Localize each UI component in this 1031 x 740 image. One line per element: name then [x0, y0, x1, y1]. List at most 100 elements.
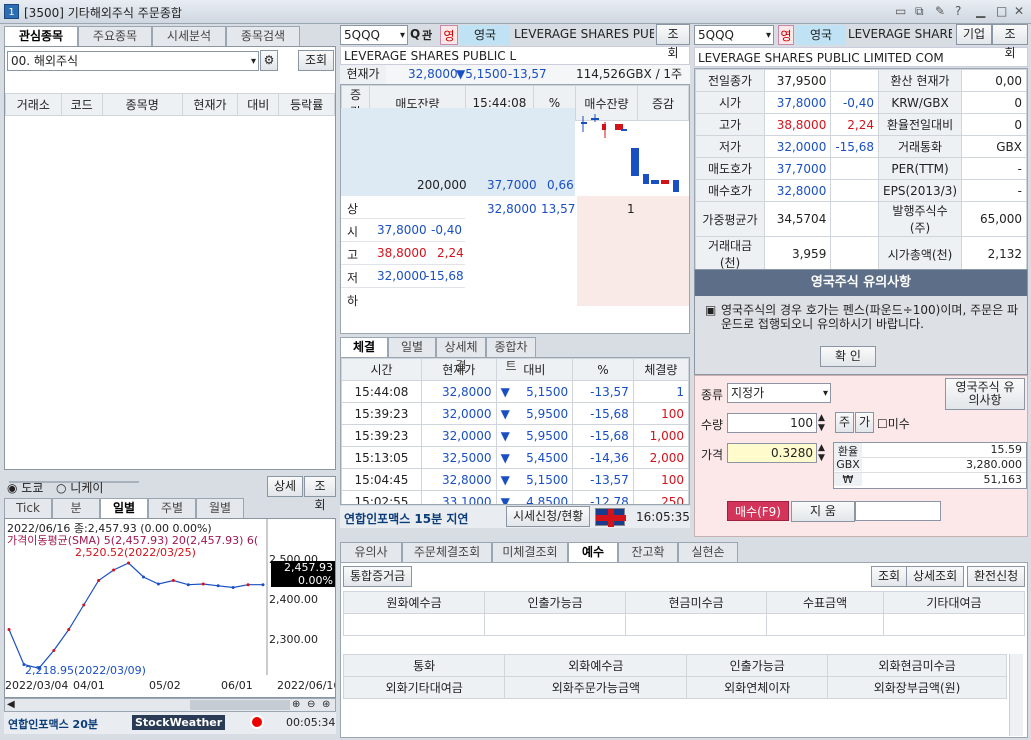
search-icon[interactable]: Q [410, 27, 420, 41]
col-code[interactable]: 코드 [60, 93, 103, 116]
tick-diff: ▼ 5,1500 [495, 468, 574, 491]
d-col-2: 인출가능금 [484, 591, 627, 614]
popup-ok-button[interactable]: 확 인 [820, 346, 876, 367]
related-icon[interactable]: 관 [422, 27, 432, 43]
right-query-button[interactable]: 조회 [992, 24, 1028, 60]
exchange-button[interactable]: 환전신청 [967, 566, 1026, 587]
b-detail-button[interactable]: 상세조회 [906, 566, 965, 587]
chart-scroll[interactable]: ◀ ⊕ ⊖ ⊛ [4, 698, 336, 712]
scroll-thumb[interactable] [190, 700, 290, 710]
tab-watchlist[interactable]: 관심종목 [4, 26, 78, 46]
col-exchange[interactable]: 거래소 [5, 93, 62, 116]
ju-button[interactable]: 주 [835, 412, 855, 433]
screen-code: [3500] [24, 6, 64, 20]
price-label: 현재가 [340, 65, 386, 84]
settings-icon[interactable]: ✎ [935, 4, 945, 18]
high-label: 고 [347, 248, 359, 262]
btab-pnl[interactable]: 실현손익 [678, 542, 738, 578]
price-point [201, 582, 205, 586]
kind-select[interactable]: 지정가 [727, 383, 831, 403]
detail-button[interactable]: 상세 [267, 476, 304, 497]
ptab-tick[interactable]: Tick [4, 498, 52, 518]
ptab-day[interactable]: 일별 [100, 498, 148, 518]
current-price: 32,8000 [408, 67, 458, 81]
scroll-left-icon[interactable]: ◀ [7, 699, 15, 710]
btab-balance[interactable]: 잔고확인 [618, 542, 678, 578]
btab-orders[interactable]: 주문체결조회 [402, 542, 492, 562]
down-arrow-icon: ▼ [500, 406, 510, 421]
f-col-4: 외화현금미수금 [827, 654, 1007, 677]
qty-stepper[interactable]: ▲ ▼ [818, 413, 825, 433]
tab-major[interactable]: 주요종목 [78, 26, 152, 46]
ttab-daily[interactable]: 일별 [388, 337, 436, 357]
d-col-5: 기타대여금 [882, 591, 1026, 614]
reset-icon[interactable]: ⊛ [322, 699, 330, 710]
col-change[interactable]: 대비 [237, 93, 280, 116]
minimize-icon[interactable]: ▁ [976, 4, 985, 18]
ga-button[interactable]: 가 [855, 412, 875, 433]
corp-button[interactable]: 기업 [956, 24, 993, 45]
ptab-week[interactable]: 주별 [148, 498, 196, 518]
info-key2: PER(TTM) [878, 157, 963, 180]
tab-analysis[interactable]: 시세분석 [152, 26, 226, 46]
ttab-trade[interactable]: 체결 [340, 337, 388, 357]
price-point [171, 579, 175, 582]
zoom-out-icon[interactable]: ⊖ [307, 699, 315, 710]
weather-badge[interactable]: StockWeather [132, 715, 226, 730]
help-icon[interactable]: ? [955, 4, 961, 18]
col-name[interactable]: 종목명 [101, 93, 183, 116]
password-input[interactable] [855, 501, 941, 521]
radio-tokyo[interactable]: ◉ 도쿄 [7, 479, 43, 496]
info-value2: - [961, 179, 1027, 202]
query2-button[interactable]: 조회 [304, 476, 336, 512]
ttab-chart[interactable]: 종합차트 [486, 337, 536, 373]
news-label[interactable]: 연합인포맥스 20분 [8, 716, 98, 732]
qty-input[interactable]: 100 [727, 413, 817, 433]
mid-full-name: LEVERAGE SHARES PUBLIC L [340, 46, 690, 65]
right-code-input[interactable]: 5QQQ [694, 25, 774, 45]
col-rate[interactable]: 등락률 [278, 93, 335, 116]
popout-icon[interactable]: ⧉ [915, 4, 924, 19]
tick-qty: 1 [632, 380, 689, 403]
b-query-button[interactable]: 조회 [871, 566, 908, 587]
query-button[interactable]: 조회 [298, 50, 335, 71]
layout-icon[interactable]: ▭ [895, 4, 906, 18]
radio-nikkei[interactable]: ○ 니케이 [56, 479, 103, 496]
info-key2: 환율전일대비 [878, 113, 963, 136]
tick-qty: 2,000 [632, 446, 689, 469]
tick-diff-value: 5,1500 [526, 472, 569, 487]
misu-checkbox[interactable]: ☐미수 [877, 415, 910, 432]
mid-query-button[interactable]: 조회 [656, 24, 690, 60]
close-icon[interactable]: ✕ [1014, 4, 1024, 18]
orderbook: 증감 매도잔량 15:44:08 % 매수잔량 증감 200,000 37,70… [340, 84, 690, 334]
apply-button[interactable]: 시세신청/현황 [506, 506, 591, 527]
tick-diff: ▼ 5,4500 [495, 446, 574, 469]
mid-news[interactable]: 연합인포맥스 15분 지연 [344, 510, 468, 527]
price-input[interactable]: 0.3280 [727, 443, 817, 463]
btab-notice[interactable]: 유의사항 [340, 542, 402, 578]
btab-pending[interactable]: 미체결조회 [492, 542, 568, 562]
mid-code-input[interactable]: 5QQQ [340, 25, 408, 45]
col-price[interactable]: 현재가 [181, 93, 239, 116]
maximize-icon[interactable]: □ [996, 4, 1007, 18]
price-stepper[interactable]: ▲ ▼ [818, 443, 825, 463]
group-select[interactable]: 00. 해외주식 [7, 51, 259, 71]
zoom-in-icon[interactable]: ⊕ [292, 699, 300, 710]
buy-button[interactable]: 매수(F9) [727, 501, 789, 521]
tick-time: 15:39:23 [341, 402, 422, 425]
tick-rate: -14,36 [572, 446, 634, 469]
vscroll[interactable] [1009, 654, 1023, 736]
tick-diff-value: 5,9500 [526, 406, 569, 421]
ttab-detail[interactable]: 상세체결 [436, 337, 486, 373]
ptab-min[interactable]: 분 [52, 498, 100, 518]
info-diff [830, 69, 880, 92]
info-value2: - [961, 157, 1027, 180]
ptab-month[interactable]: 월별 [196, 498, 244, 518]
clear-button[interactable]: 지 움 [791, 501, 855, 522]
margin-button[interactable]: 통합증거금 [343, 566, 413, 587]
tick-diff: ▼ 5,9500 [495, 424, 574, 447]
btab-deposit[interactable]: 예수금 [568, 542, 618, 578]
tab-search[interactable]: 종목검색 [226, 26, 300, 46]
gear-icon[interactable]: ⚙ [260, 50, 278, 71]
uk-notice-button[interactable]: 영국주식 유의사항 [945, 378, 1025, 410]
